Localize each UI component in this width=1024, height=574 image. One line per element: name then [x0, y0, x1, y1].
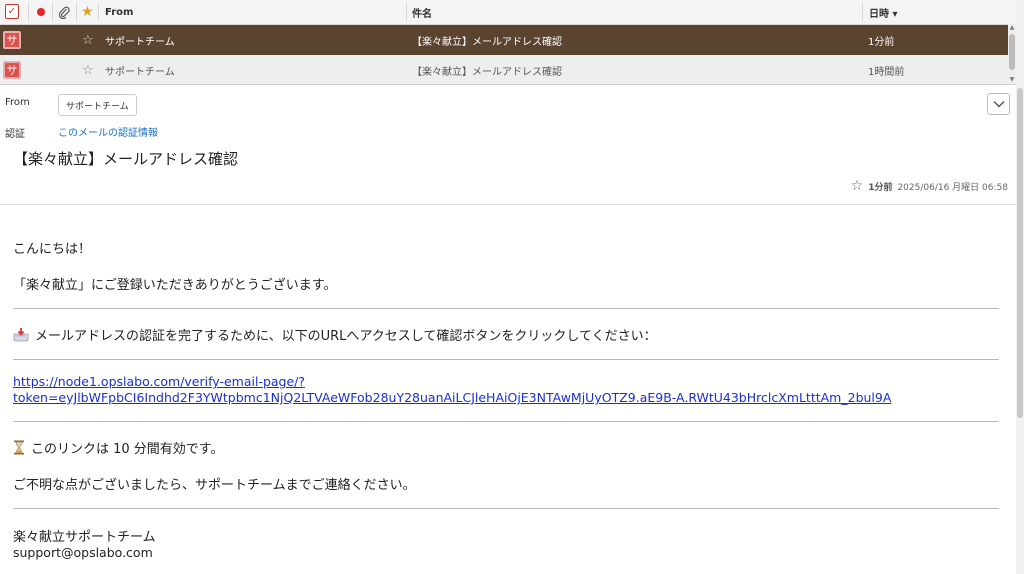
- star-icon[interactable]: ☆: [82, 55, 94, 84]
- scroll-down-icon[interactable]: ▼: [1008, 76, 1016, 84]
- relative-time: 1分前: [868, 182, 893, 193]
- attachment-icon[interactable]: [59, 0, 70, 24]
- auth-info-link[interactable]: このメールの認証情報: [58, 124, 158, 139]
- page-scrollbar[interactable]: [1016, 0, 1024, 574]
- avatar: サ: [3, 61, 21, 79]
- avatar: サ: [3, 31, 21, 49]
- row-subject: 【楽々献立】メールアドレス確認: [412, 66, 562, 78]
- instruction-line: メールアドレスの認証を完了するために、以下のURLへアクセスして確認ボタンをクリ…: [13, 325, 657, 344]
- contact-text: ご不明な点がございましたら、サポートチームまでご連絡ください。: [13, 478, 416, 493]
- greeting: こんにちは！: [13, 242, 92, 257]
- inbox-tray-icon: [13, 327, 29, 341]
- auth-label: 認証: [5, 129, 25, 140]
- message-list: ✓ ★ From 件名 日時 ▾ サ ☆ サポートチーム 【楽々献立】メールアド…: [0, 0, 1016, 85]
- divider: [13, 308, 999, 309]
- hourglass-icon: [14, 440, 24, 455]
- thanks-text: 「楽々献立」にご登録いただきありがとうございます。: [13, 278, 337, 293]
- select-all-checkbox[interactable]: ✓: [5, 4, 19, 19]
- divider: [13, 508, 999, 509]
- message-subject: 【楽々献立】メールアドレス確認: [13, 150, 239, 168]
- verify-url-line2[interactable]: token=eyJlbWFpbCI6Indhd2F3YWtpbmc1NjQ2LT…: [13, 390, 891, 406]
- row-date: 1分前: [868, 36, 895, 48]
- verify-link[interactable]: https://node1.opslabo.com/verify-email-p…: [13, 374, 891, 406]
- message-meta: ☆ 1分前 2025/06/16 月曜日 06:58: [851, 178, 1008, 194]
- sender-chip[interactable]: サポートチーム: [58, 94, 137, 116]
- list-scrollbar[interactable]: ▲ ▼: [1008, 24, 1016, 84]
- column-subject[interactable]: 件名: [412, 0, 432, 24]
- row-date: 1時間前: [868, 66, 905, 78]
- message-datetime: 2025/06/16 月曜日 06:58: [897, 182, 1008, 193]
- message-row[interactable]: サ ☆ サポートチーム 【楽々献立】メールアドレス確認 1分前: [0, 25, 1016, 55]
- message-row[interactable]: サ ☆ サポートチーム 【楽々献立】メールアドレス確認 1時間前: [0, 55, 1016, 84]
- validity-line: このリンクは 10 分間有効です。: [13, 438, 224, 457]
- row-subject: 【楽々献立】メールアドレス確認: [412, 36, 562, 48]
- star-column-icon[interactable]: ★: [81, 0, 94, 24]
- signature-team: 楽々献立サポートチーム: [13, 530, 156, 545]
- signature-email: support@opslabo.com: [13, 545, 153, 560]
- validity-text: このリンクは 10 分間有効です。: [31, 442, 224, 457]
- column-date[interactable]: 日時 ▾: [869, 0, 898, 24]
- page-scroll-thumb[interactable]: [1017, 88, 1023, 418]
- from-label: From: [5, 97, 30, 108]
- row-from: サポートチーム: [105, 36, 175, 48]
- unread-dot-icon[interactable]: [37, 0, 45, 24]
- scroll-up-icon[interactable]: ▲: [1008, 24, 1016, 32]
- instruction-text: メールアドレスの認証を完了するために、以下のURLへアクセスして確認ボタンをクリ…: [35, 329, 657, 344]
- divider: [13, 421, 999, 422]
- row-from: サポートチーム: [105, 66, 175, 78]
- expand-header-button[interactable]: [987, 93, 1010, 115]
- star-icon[interactable]: ☆: [851, 178, 864, 194]
- chevron-down-icon: [993, 101, 1004, 108]
- verify-url-line1[interactable]: https://node1.opslabo.com/verify-email-p…: [13, 374, 891, 390]
- list-header: ✓ ★ From 件名 日時 ▾: [0, 0, 1016, 25]
- list-scroll-thumb[interactable]: [1009, 34, 1015, 70]
- divider: [13, 359, 999, 360]
- column-from[interactable]: From: [105, 0, 133, 24]
- star-icon[interactable]: ☆: [82, 25, 94, 55]
